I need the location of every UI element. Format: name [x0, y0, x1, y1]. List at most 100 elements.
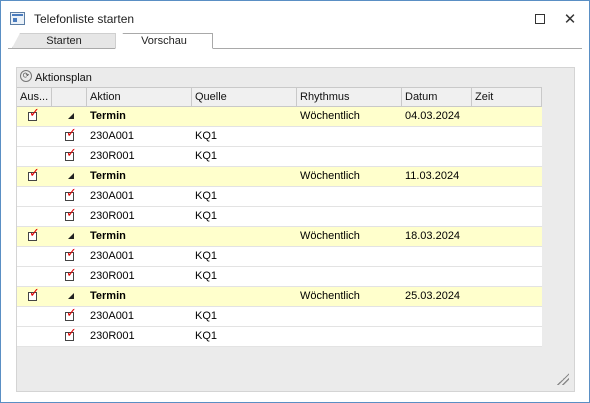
- quelle-cell: KQ1: [195, 310, 218, 322]
- aktionsplan-grid: Aus... Aktion Quelle Rhythmus Datum Zeit…: [17, 87, 542, 347]
- rhythmus-cell: [297, 247, 402, 266]
- collapse-triangle-icon[interactable]: [68, 233, 74, 239]
- item-row[interactable]: 230R001 KQ1: [17, 267, 542, 287]
- column-header-datum[interactable]: Datum: [402, 88, 472, 106]
- quelle-cell: KQ1: [195, 330, 218, 342]
- title-bar[interactable]: Telefonliste starten ✕: [1, 1, 589, 33]
- group-row[interactable]: Termin Wöchentlich 25.03.2024: [17, 287, 542, 307]
- rhythmus-cell: [297, 307, 402, 326]
- window-title: Telefonliste starten: [34, 12, 135, 26]
- select-cell: [17, 327, 52, 346]
- column-header-rhythmus[interactable]: Rhythmus: [297, 88, 402, 106]
- column-header-ausgewaehlt[interactable]: Aus...: [17, 88, 52, 106]
- datum-cell: [402, 307, 472, 326]
- checkbox-checked-icon[interactable]: [65, 307, 77, 321]
- column-header-zeit[interactable]: Zeit: [472, 88, 542, 106]
- checkbox-checked-icon[interactable]: [65, 147, 77, 161]
- checkbox-checked-icon[interactable]: [65, 247, 77, 261]
- rhythmus-cell: [297, 327, 402, 346]
- item-select-cell[interactable]: [52, 127, 87, 146]
- item-select-cell[interactable]: [52, 147, 87, 166]
- expand-cell[interactable]: [52, 227, 87, 246]
- tab-vorschau[interactable]: Vorschau: [115, 33, 213, 49]
- item-row[interactable]: 230A001 KQ1: [17, 127, 542, 147]
- expand-cell[interactable]: [52, 167, 87, 186]
- zeit-cell: [472, 187, 542, 206]
- checkbox-checked-icon[interactable]: [65, 187, 77, 201]
- datum-cell: [402, 147, 472, 166]
- checkbox-checked-icon[interactable]: [28, 107, 40, 121]
- item-select-cell[interactable]: [52, 307, 87, 326]
- column-header-quelle[interactable]: Quelle: [192, 88, 297, 106]
- quelle-cell: KQ1: [195, 270, 218, 282]
- datum-cell: [402, 267, 472, 286]
- quelle-cell: KQ1: [195, 190, 218, 202]
- zeit-cell: [472, 227, 542, 246]
- tab-strip: Starten Vorschau: [8, 32, 582, 49]
- item-select-cell[interactable]: [52, 327, 87, 346]
- dialog-window: Telefonliste starten ✕ Starten Vorschau …: [0, 0, 590, 403]
- checkbox-checked-icon[interactable]: [65, 327, 77, 341]
- datum-cell: 18.03.2024: [405, 230, 461, 242]
- collapse-triangle-icon[interactable]: [68, 113, 74, 119]
- group-row[interactable]: Termin Wöchentlich 04.03.2024: [17, 107, 542, 127]
- item-row[interactable]: 230R001 KQ1: [17, 207, 542, 227]
- zeit-cell: [472, 167, 542, 186]
- checkbox-checked-icon[interactable]: [65, 267, 77, 281]
- aktion-cell: Termin: [90, 170, 126, 182]
- item-select-cell[interactable]: [52, 247, 87, 266]
- checkbox-checked-icon[interactable]: [28, 167, 40, 181]
- column-header-expand[interactable]: [52, 88, 87, 106]
- aktion-cell: 230A001: [90, 190, 135, 202]
- item-row[interactable]: 230A001 KQ1: [17, 307, 542, 327]
- grid-body: TerminWöchentlich04.03.2024 230A001 KQ1 230…: [17, 107, 542, 347]
- datum-cell: [402, 187, 472, 206]
- rhythmus-cell: [297, 147, 402, 166]
- checkbox-checked-icon[interactable]: [65, 127, 77, 141]
- datum-cell: [402, 247, 472, 266]
- checkbox-checked-icon[interactable]: [65, 207, 77, 221]
- quelle-cell: [192, 167, 297, 186]
- select-cell[interactable]: [17, 227, 52, 246]
- select-cell[interactable]: [17, 167, 52, 186]
- quelle-cell: KQ1: [195, 250, 218, 262]
- expand-cell[interactable]: [52, 287, 87, 306]
- quelle-cell: [192, 287, 297, 306]
- column-header-aktion[interactable]: Aktion: [87, 88, 192, 106]
- item-select-cell[interactable]: [52, 187, 87, 206]
- item-select-cell[interactable]: [52, 207, 87, 226]
- expand-cell[interactable]: [52, 107, 87, 126]
- checkbox-checked-icon[interactable]: [28, 227, 40, 241]
- collapse-triangle-icon[interactable]: [68, 173, 74, 179]
- app-icon: [10, 12, 25, 25]
- item-row[interactable]: 230A001 KQ1: [17, 247, 542, 267]
- maximize-icon: [535, 14, 545, 24]
- item-row[interactable]: 230R001 KQ1: [17, 327, 542, 347]
- close-button[interactable]: ✕: [555, 7, 585, 31]
- zeit-cell: [472, 287, 542, 306]
- aktion-cell: 230A001: [90, 130, 135, 142]
- datum-cell: 25.03.2024: [405, 290, 461, 302]
- quelle-cell: KQ1: [195, 210, 218, 222]
- item-row[interactable]: 230R001 KQ1: [17, 147, 542, 167]
- aktion-cell: 230R001: [90, 270, 135, 282]
- group-row[interactable]: Termin Wöchentlich 11.03.2024: [17, 167, 542, 187]
- group-row[interactable]: Termin Wöchentlich 18.03.2024: [17, 227, 542, 247]
- collapse-triangle-icon[interactable]: [68, 293, 74, 299]
- item-select-cell[interactable]: [52, 267, 87, 286]
- datum-cell: 04.03.2024: [405, 110, 461, 122]
- checkbox-checked-icon[interactable]: [28, 287, 40, 301]
- select-cell[interactable]: [17, 107, 52, 126]
- aktion-cell: 230A001: [90, 250, 135, 262]
- select-cell[interactable]: [17, 287, 52, 306]
- select-cell: [17, 247, 52, 266]
- zeit-cell: [472, 107, 542, 126]
- item-row[interactable]: 230A001 KQ1: [17, 187, 542, 207]
- tab-starten[interactable]: Starten: [12, 33, 116, 48]
- panel-header: ⟳ Aktionsplan: [17, 68, 574, 87]
- datum-cell: [402, 207, 472, 226]
- zeit-cell: [472, 247, 542, 266]
- maximize-button[interactable]: [525, 7, 555, 31]
- resize-grip-icon[interactable]: [557, 373, 569, 385]
- close-icon: ✕: [563, 11, 577, 28]
